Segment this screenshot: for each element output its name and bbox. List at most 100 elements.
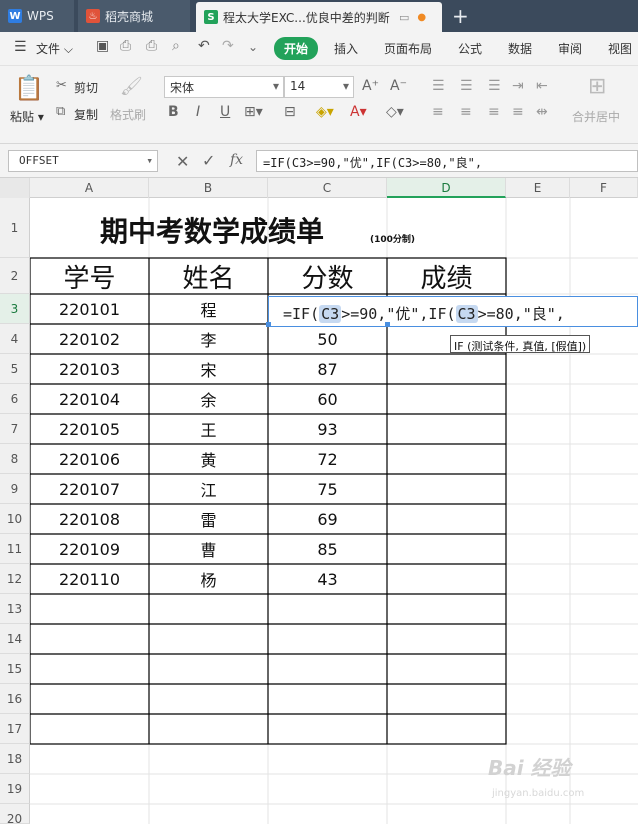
column-header-a[interactable]: A <box>30 178 149 198</box>
student-id-cell[interactable]: 220101 <box>30 294 149 324</box>
align-left-icon[interactable]: ≡ <box>432 104 444 120</box>
row-header[interactable]: 7 <box>0 414 30 444</box>
tab-data[interactable]: 数据 <box>508 40 532 57</box>
student-id-cell[interactable]: 220108 <box>30 504 149 534</box>
column-header-b[interactable]: B <box>149 178 268 198</box>
tab-review[interactable]: 审阅 <box>558 40 582 57</box>
header-cell-score[interactable]: 分数 <box>268 258 387 294</box>
save-icon[interactable]: ▣ <box>96 38 109 54</box>
align-top-icon[interactable]: ☰ <box>432 78 445 94</box>
header-cell-id[interactable]: 学号 <box>30 258 149 294</box>
tab-insert[interactable]: 插入 <box>334 40 358 57</box>
tab-view[interactable]: 视图 <box>608 40 632 57</box>
score-cell[interactable]: 43 <box>268 564 387 594</box>
align-center-icon[interactable]: ≡ <box>460 104 472 120</box>
decrease-font-icon[interactable]: A⁻ <box>390 78 407 94</box>
font-size-select[interactable]: 14 ▾ <box>284 76 354 98</box>
copy-button[interactable]: 复制 <box>74 106 98 123</box>
score-cell[interactable]: 50 <box>268 324 387 354</box>
score-cell[interactable]: 60 <box>268 384 387 414</box>
student-name-cell[interactable]: 余 <box>149 384 268 414</box>
student-name-cell[interactable]: 王 <box>149 414 268 444</box>
monitor-icon[interactable]: ▭ <box>399 11 409 24</box>
student-id-cell[interactable]: 220104 <box>30 384 149 414</box>
student-name-cell[interactable]: 李 <box>149 324 268 354</box>
scissors-icon[interactable]: ✂ <box>56 78 67 93</box>
redo-icon[interactable]: ↷ <box>222 38 234 54</box>
clear-format-icon[interactable]: ◇▾ <box>386 104 404 120</box>
row-header[interactable]: 17 <box>0 714 30 744</box>
align-bottom-icon[interactable]: ☰ <box>488 78 501 94</box>
row-header[interactable]: 19 <box>0 774 30 804</box>
student-id-cell[interactable]: 220103 <box>30 354 149 384</box>
row-header[interactable]: 5 <box>0 354 30 384</box>
student-id-cell[interactable]: 220107 <box>30 474 149 504</box>
column-header-e[interactable]: E <box>506 178 570 198</box>
row-header[interactable]: 6 <box>0 384 30 414</box>
selection-corner-handle[interactable] <box>266 322 271 327</box>
hamburger-menu-icon[interactable]: ☰ <box>14 39 27 55</box>
column-header-c[interactable]: C <box>268 178 387 198</box>
score-cell[interactable]: 72 <box>268 444 387 474</box>
score-cell[interactable]: 69 <box>268 504 387 534</box>
header-cell-name[interactable]: 姓名 <box>149 258 268 294</box>
student-name-cell[interactable]: 曹 <box>149 534 268 564</box>
undo-icon[interactable]: ↶ <box>198 38 210 54</box>
row-header[interactable]: 1 <box>0 198 30 258</box>
merge-center-button[interactable]: 合并居中 <box>572 108 620 125</box>
print-icon[interactable]: ⎙ <box>146 38 157 54</box>
font-name-select[interactable]: 宋体 ▾ <box>164 76 284 98</box>
cancel-icon[interactable]: ✕ <box>176 152 189 171</box>
fx-icon[interactable]: fx <box>230 152 243 168</box>
row-header[interactable]: 2 <box>0 258 30 294</box>
fill-color-icon[interactable]: ◈▾ <box>316 104 334 120</box>
row-header[interactable]: 3 <box>0 294 30 324</box>
tab-page-layout[interactable]: 页面布局 <box>384 40 432 57</box>
merge-center-icon[interactable]: ⊞ <box>588 74 606 99</box>
new-tab-plus-icon[interactable]: + <box>452 4 469 28</box>
indent-icon[interactable]: ⇥ <box>512 78 524 94</box>
score-cell[interactable]: 87 <box>268 354 387 384</box>
outdent-icon[interactable]: ⇤ <box>536 78 548 94</box>
student-id-cell[interactable]: 220110 <box>30 564 149 594</box>
row-header[interactable]: 4 <box>0 324 30 354</box>
align-middle-icon[interactable]: ☰ <box>460 78 473 94</box>
row-header[interactable]: 11 <box>0 534 30 564</box>
row-header[interactable]: 15 <box>0 654 30 684</box>
border-icon[interactable]: ⊞▾ <box>244 104 263 120</box>
student-name-cell[interactable]: 程 <box>149 294 268 324</box>
font-color-icon[interactable]: A▾ <box>350 104 367 120</box>
student-id-cell[interactable]: 220102 <box>30 324 149 354</box>
row-header[interactable]: 9 <box>0 474 30 504</box>
increase-font-icon[interactable]: A⁺ <box>362 78 379 94</box>
select-all-corner[interactable] <box>0 178 30 198</box>
student-id-cell[interactable]: 220106 <box>30 444 149 474</box>
student-id-cell[interactable]: 220109 <box>30 534 149 564</box>
paste-button[interactable]: 粘贴 ▾ <box>10 108 44 125</box>
underline-icon[interactable]: U <box>220 104 230 120</box>
paste-icon[interactable]: 📋 <box>14 74 44 102</box>
student-id-cell[interactable]: 220105 <box>30 414 149 444</box>
copy-icon[interactable]: ⧉ <box>56 104 65 119</box>
header-cell-grade[interactable]: 成绩 <box>387 258 506 294</box>
score-cell[interactable]: 75 <box>268 474 387 504</box>
row-header[interactable]: 10 <box>0 504 30 534</box>
tab-formulas[interactable]: 公式 <box>458 40 482 57</box>
row-header[interactable]: 14 <box>0 624 30 654</box>
file-menu[interactable]: 文件 ⌵ <box>36 40 73 57</box>
student-name-cell[interactable]: 黄 <box>149 444 268 474</box>
student-name-cell[interactable]: 宋 <box>149 354 268 384</box>
formula-input[interactable]: =IF(C3>=90,"优",IF(C3>=80,"良", <box>256 150 638 172</box>
score-cell[interactable]: 85 <box>268 534 387 564</box>
tab-document[interactable]: S 程太大学EXC...优良中差的判断 ▭ ● <box>196 2 442 32</box>
tab-docer[interactable]: ♨ 稻壳商城 <box>78 0 190 32</box>
align-right-icon[interactable]: ≡ <box>488 104 500 120</box>
format-painter-button[interactable]: 格式刷 <box>110 106 146 123</box>
cut-button[interactable]: 剪切 <box>74 79 98 96</box>
export-icon[interactable]: ⎙ <box>120 38 131 54</box>
student-name-cell[interactable]: 雷 <box>149 504 268 534</box>
cell-editor[interactable]: =IF(C3 >=90,"优",IF(C3 >=80,"良", <box>268 296 638 327</box>
row-header[interactable]: 16 <box>0 684 30 714</box>
row-header[interactable]: 20 <box>0 804 30 826</box>
student-name-cell[interactable]: 杨 <box>149 564 268 594</box>
